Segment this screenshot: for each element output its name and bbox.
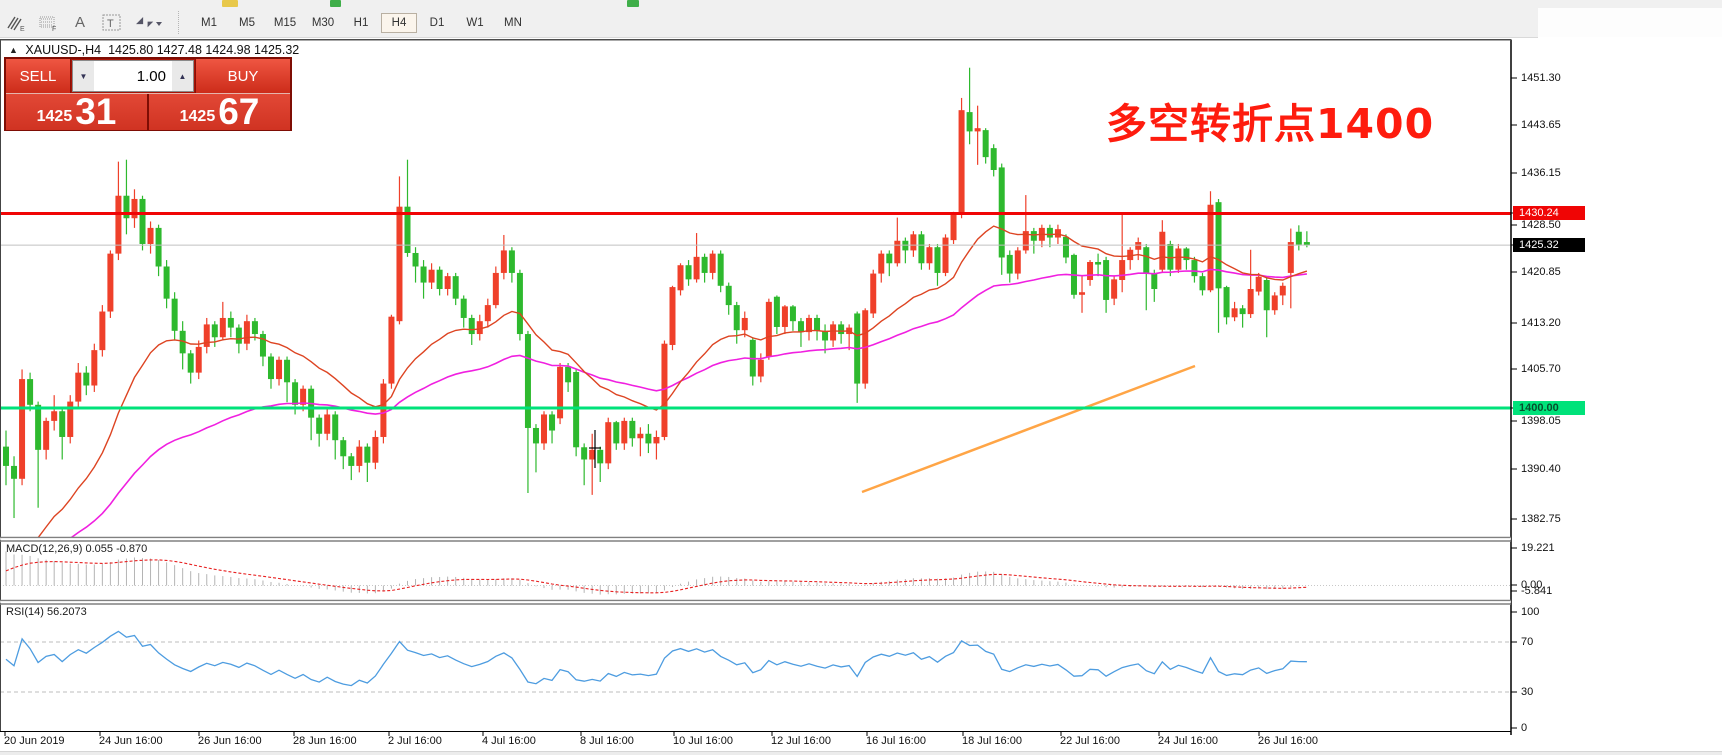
- axis-price-label: 1443.65: [1521, 119, 1561, 131]
- axis-date-label: 18 Jul 16:00: [962, 735, 1022, 747]
- volume-decrease-button[interactable]: ▼: [73, 61, 94, 91]
- axis-price-label: 30: [1521, 686, 1533, 698]
- axis-date-label: 20 Jun 2019: [4, 735, 65, 747]
- axis-price-label: 1382.75: [1521, 513, 1561, 525]
- axis-date-label: 4 Jul 16:00: [482, 735, 536, 747]
- axis-price-label: 1413.20: [1521, 317, 1561, 329]
- black-price-tag: 1425.32: [1513, 238, 1585, 252]
- axis-price-label: 1451.30: [1521, 72, 1561, 84]
- axis-date-label: 28 Jun 16:00: [293, 735, 357, 747]
- timeframe-button-h4[interactable]: H4: [381, 13, 417, 33]
- buy-button[interactable]: BUY: [195, 59, 290, 93]
- chart-title: ▲ XAUUSD-,H4 1425.80 1427.48 1424.98 142…: [9, 43, 299, 57]
- text-icon[interactable]: A: [67, 11, 93, 34]
- ask-price-small: 1425: [180, 108, 216, 126]
- axis-price-label: 70: [1521, 636, 1533, 648]
- axis-date-label: 8 Jul 16:00: [580, 735, 634, 747]
- axis-price-label: 100: [1521, 606, 1539, 618]
- axis-price-label: 1405.70: [1521, 363, 1561, 375]
- label-icon[interactable]: T: [99, 11, 125, 34]
- partial-icon: [627, 0, 639, 7]
- axis-price-label: 0: [1521, 722, 1527, 734]
- red-price-tag: 1430.24: [1513, 206, 1585, 220]
- axis-price-label: 1428.50: [1521, 219, 1561, 231]
- partial-icon: [330, 0, 341, 7]
- axis-date-label: 26 Jul 16:00: [1258, 735, 1318, 747]
- axis-date-label: 10 Jul 16:00: [673, 735, 733, 747]
- axis-price-label: 1436.15: [1521, 167, 1561, 179]
- chart-text-annotation[interactable]: 多空转折点1400: [1106, 90, 1434, 150]
- partial-toolbar-row: [0, 0, 1722, 8]
- svg-text:T: T: [107, 18, 114, 30]
- indicators-icon[interactable]: E: [3, 11, 29, 34]
- toolbar-empty-area: [1538, 8, 1722, 37]
- bid-price-big: 31: [75, 95, 116, 129]
- timeframe-button-m30[interactable]: M30: [305, 13, 341, 33]
- green-price-tag: 1400.00: [1513, 401, 1585, 415]
- timeframe-button-m15[interactable]: M15: [267, 13, 303, 33]
- bid-price[interactable]: 1425 31: [6, 94, 149, 130]
- axis-price-label: 1390.40: [1521, 463, 1561, 475]
- rsi-label: RSI(14) 56.2073: [6, 606, 87, 618]
- axis-date-label: 12 Jul 16:00: [771, 735, 831, 747]
- timeframe-button-m1[interactable]: M1: [191, 13, 227, 33]
- timeframe-button-w1[interactable]: W1: [457, 13, 493, 33]
- volume-value[interactable]: 1.00: [94, 61, 172, 91]
- toolbar-separator: [178, 11, 184, 34]
- axis-price-label: 19.221: [1521, 542, 1555, 554]
- axis-date-label: 24 Jun 16:00: [99, 735, 163, 747]
- chart-toolbar: E F A T M1M5M15M30H1H4D1W1MN: [0, 8, 1538, 38]
- volume-increase-button[interactable]: ▲: [172, 61, 193, 91]
- axis-date-label: 26 Jun 16:00: [198, 735, 262, 747]
- one-click-collapse-icon[interactable]: ▲: [9, 45, 18, 55]
- sell-button[interactable]: SELL: [6, 59, 71, 93]
- status-strip: [0, 751, 1722, 755]
- mt4-window: { "toolbar": { "tools": [ {"name": "indi…: [0, 0, 1722, 755]
- bid-price-small: 1425: [37, 108, 73, 126]
- svg-text:E: E: [20, 26, 25, 32]
- timeframe-button-d1[interactable]: D1: [419, 13, 455, 33]
- grid-icon[interactable]: F: [35, 11, 61, 34]
- timeframe-bar: M1M5M15M30H1H4D1W1MN: [190, 13, 532, 33]
- ask-price[interactable]: 1425 67: [149, 94, 290, 130]
- axis-price-label: 1420.85: [1521, 266, 1561, 278]
- axis-date-label: 2 Jul 16:00: [388, 735, 442, 747]
- candlestick-chart[interactable]: [0, 38, 1722, 755]
- axis-price-label: -5.841: [1521, 585, 1552, 597]
- one-click-trade-panel: SELL ▼ 1.00 ▲ BUY 1425 31 1425 67: [4, 57, 292, 131]
- macd-label: MACD(12,26,9) 0.055 -0.870: [6, 543, 147, 555]
- timeframe-button-mn[interactable]: MN: [495, 13, 531, 33]
- axis-price-label: 1398.05: [1521, 415, 1561, 427]
- chart-ohlc: 1425.80 1427.48 1424.98 1425.32: [108, 43, 299, 57]
- timeframe-button-m5[interactable]: M5: [229, 13, 265, 33]
- chart-area[interactable]: ▲ XAUUSD-,H4 1425.80 1427.48 1424.98 142…: [0, 38, 1722, 755]
- arrows-icon[interactable]: [131, 11, 165, 34]
- axis-date-label: 24 Jul 16:00: [1158, 735, 1218, 747]
- axis-date-label: 22 Jul 16:00: [1060, 735, 1120, 747]
- svg-text:F: F: [52, 26, 56, 32]
- timeframe-button-h1[interactable]: H1: [343, 13, 379, 33]
- chart-symbol: XAUUSD-,H4: [25, 43, 101, 57]
- ask-price-big: 67: [218, 95, 259, 129]
- volume-stepper: ▼ 1.00 ▲: [72, 60, 194, 92]
- partial-icon: [222, 0, 238, 7]
- axis-date-label: 16 Jul 16:00: [866, 735, 926, 747]
